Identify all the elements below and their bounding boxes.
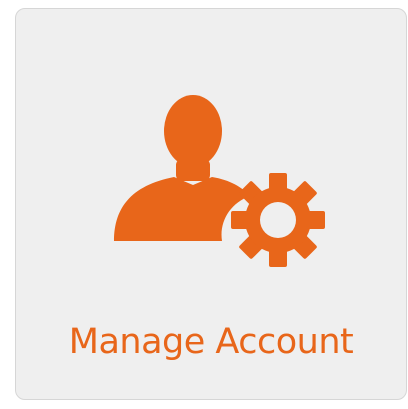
manage-account-tile[interactable]: Manage Account [15, 8, 407, 400]
tile-label: Manage Account [68, 322, 354, 362]
